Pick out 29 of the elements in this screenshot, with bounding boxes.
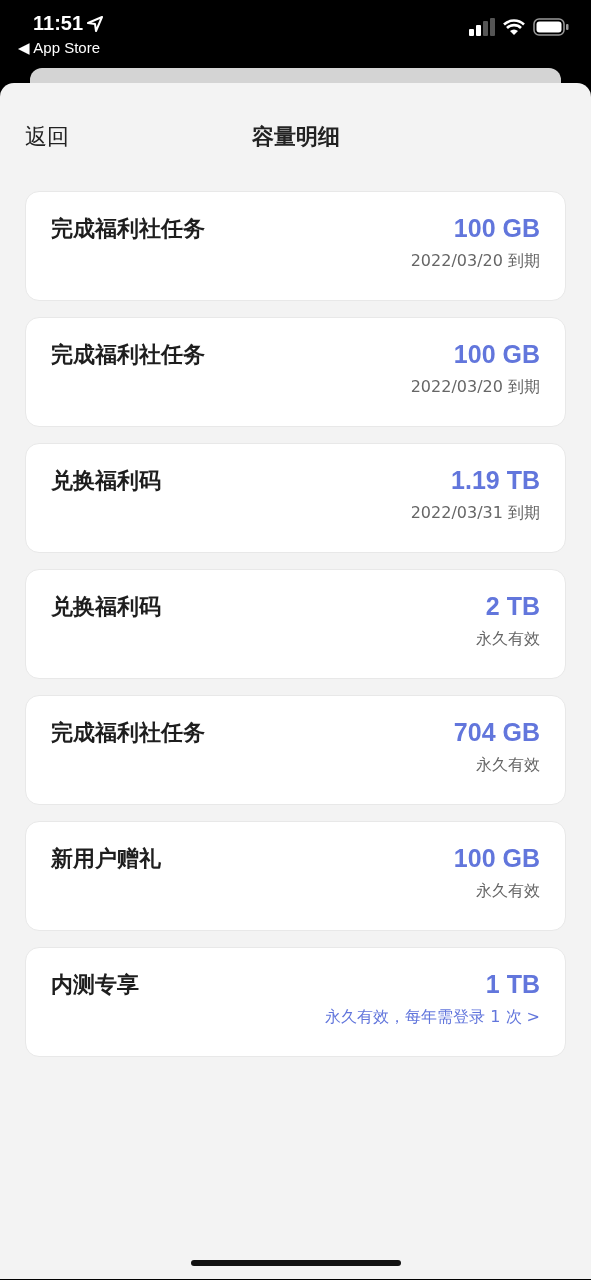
expiry-note: 永久有效 bbox=[476, 881, 540, 902]
capacity-amount: 1 TB bbox=[485, 970, 540, 999]
expiry-note: 永久有效 bbox=[476, 629, 540, 650]
location-arrow-icon bbox=[87, 15, 104, 32]
back-link[interactable]: 返回 bbox=[25, 122, 69, 152]
wifi-icon bbox=[503, 19, 525, 35]
page-title: 容量明细 bbox=[251, 123, 340, 151]
capacity-amount: 1.19 TB bbox=[451, 466, 540, 495]
expiry-note: 2022/03/31 到期 bbox=[410, 503, 540, 524]
capacity-amount: 100 GB bbox=[453, 214, 540, 243]
item-title: 兑换福利码 bbox=[51, 467, 161, 495]
item-title: 完成福利社任务 bbox=[51, 215, 205, 243]
battery-icon bbox=[533, 18, 569, 36]
validity-link[interactable]: 永久有效，每年需登录 1 次 > bbox=[325, 1007, 540, 1028]
status-time: 11:51 bbox=[33, 12, 84, 35]
capacity-amount: 2 TB bbox=[485, 592, 540, 621]
item-title: 完成福利社任务 bbox=[51, 719, 205, 747]
capacity-amount: 100 GB bbox=[453, 340, 540, 369]
capacity-amount: 704 GB bbox=[453, 718, 540, 747]
expiry-note: 2022/03/20 到期 bbox=[410, 251, 540, 272]
item-title: 完成福利社任务 bbox=[51, 341, 205, 369]
item-title: 新用户赠礼 bbox=[51, 845, 161, 873]
signal-icon bbox=[469, 18, 495, 36]
item-title: 内测专享 bbox=[51, 971, 139, 999]
item-title: 兑换福利码 bbox=[51, 593, 161, 621]
expiry-note: 2022/03/20 到期 bbox=[410, 377, 540, 398]
back-to-app-link[interactable]: ◀ App Store bbox=[18, 39, 104, 57]
expiry-note: 永久有效 bbox=[476, 755, 540, 776]
capacity-amount: 100 GB bbox=[453, 844, 540, 873]
